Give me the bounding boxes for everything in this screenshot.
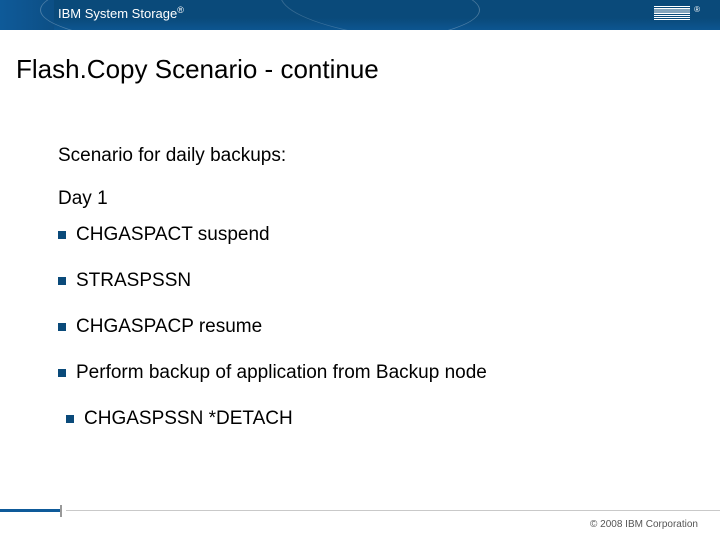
footer-accent-segment [0,509,60,512]
ibm-logo: ® [654,6,698,20]
list-item-text: Perform backup of application from Backu… [76,362,487,384]
day-label: Day 1 [58,188,108,210]
header-accent-block [0,0,54,30]
bullet-square-icon [58,231,66,239]
list-item-text: CHGASPACT suspend [76,224,270,246]
list-item-text: CHGASPACP resume [76,316,262,338]
bullet-square-icon [58,277,66,285]
slide-title: Flash.Copy Scenario - continue [16,54,379,85]
footer-separator [60,505,62,517]
list-item-text: CHGASPSSN *DETACH [84,408,293,430]
header-product-text: IBM System Storage [58,6,177,21]
list-item: CHGASPACP resume [58,316,680,338]
scenario-label: Scenario for daily backups: [58,145,286,167]
ibm-logo-registered: ® [694,5,700,14]
footer-rule [0,509,720,512]
bullet-square-icon [58,323,66,331]
bullet-square-icon [58,369,66,377]
header-registered-mark: ® [177,5,184,15]
footer-line [66,510,720,511]
header-bar: IBM System Storage® ® [0,0,720,30]
slide: IBM System Storage® ® Flash.Copy Scenari… [0,0,720,540]
list-item: STRASPSSN [58,270,680,292]
list-item-text: STRASPSSN [76,270,191,292]
list-item: CHGASPSSN *DETACH [66,408,680,430]
bullet-list: CHGASPACT suspend STRASPSSN CHGASPACP re… [58,224,680,454]
copyright-text: © 2008 IBM Corporation [590,519,698,530]
list-item: CHGASPACT suspend [58,224,680,246]
list-item: Perform backup of application from Backu… [58,362,680,384]
ibm-logo-bars-icon [654,6,690,20]
bullet-square-icon [66,415,74,423]
header-product-title: IBM System Storage® [58,6,184,21]
